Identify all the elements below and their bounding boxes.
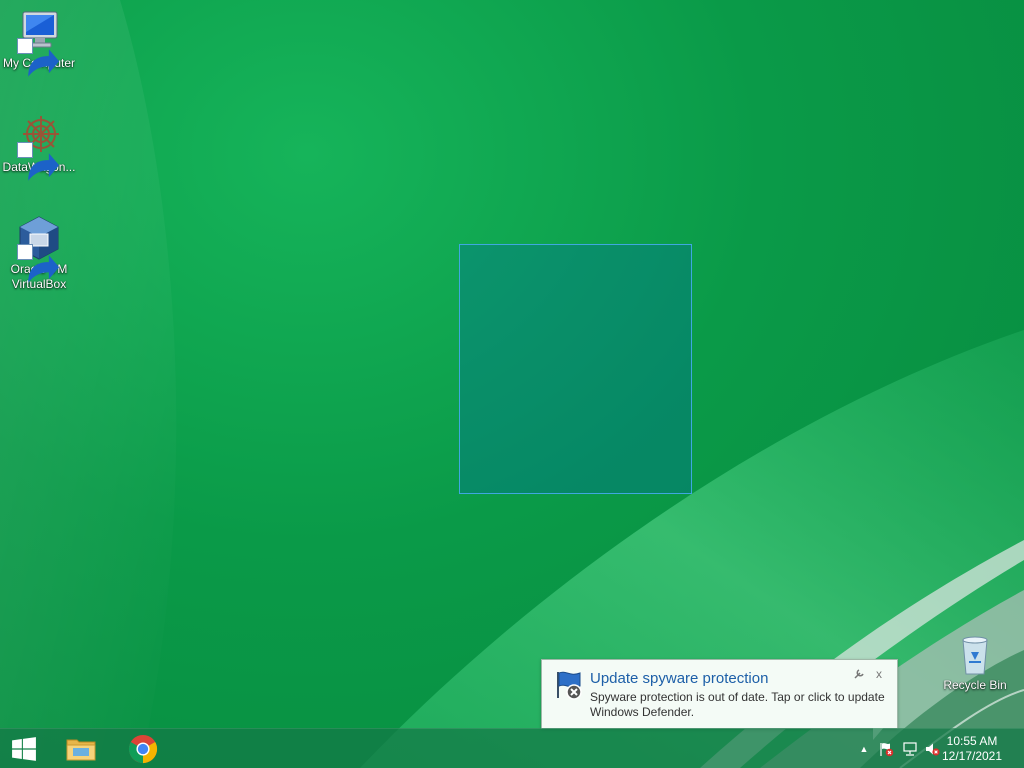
system-tray: ▲ 10:55 AM 12/17/2021	[834, 729, 1024, 768]
desktop-icon-virtualbox[interactable]: Oracle VM VirtualBox	[0, 214, 78, 292]
show-hidden-icons-button[interactable]: ▲	[856, 741, 872, 757]
clock-date: 12/17/2021	[941, 749, 1003, 763]
chrome-icon	[128, 734, 158, 764]
taskbar[interactable]: ▲ 10:55 AM 12/17/2021	[0, 728, 1024, 768]
notification-title: Update spyware protection	[590, 670, 769, 687]
desktop[interactable]: My Computer DataWagon...	[0, 0, 1024, 768]
clock-time: 10:55 AM	[946, 734, 998, 748]
computer-icon	[15, 8, 63, 77]
selection-rectangle	[459, 244, 692, 494]
taskbar-file-explorer[interactable]	[58, 729, 104, 768]
virtualbox-icon	[15, 214, 63, 283]
notification-close-button[interactable]: x	[872, 667, 886, 681]
shortcut-arrow-icon	[17, 38, 60, 77]
datawagon-icon	[15, 112, 63, 181]
notification-body: Spyware protection is out of date. Tap o…	[590, 690, 885, 719]
network-icon[interactable]	[902, 741, 918, 757]
action-center-flag-icon	[552, 668, 586, 702]
shortcut-arrow-icon	[17, 244, 60, 283]
start-button[interactable]	[0, 729, 48, 768]
desktop-icon-datawagon[interactable]: DataWagon...	[0, 112, 78, 181]
taskbar-chrome[interactable]	[120, 729, 166, 768]
desktop-icon-label: Recycle Bin	[943, 678, 1007, 692]
options-icon[interactable]	[852, 667, 866, 681]
desktop-icon-my-computer[interactable]: My Computer	[0, 8, 78, 77]
folder-icon	[66, 739, 96, 761]
notification-balloon[interactable]: Update spyware protection Spyware protec…	[541, 659, 898, 729]
action-center-error-icon[interactable]	[878, 741, 894, 757]
desktop-icon-recycle-bin[interactable]: Recycle Bin	[936, 630, 1014, 693]
taskbar-clock[interactable]: 10:55 AM 12/17/2021	[932, 734, 1012, 764]
shortcut-arrow-icon	[17, 142, 60, 181]
recycle-bin-icon	[951, 630, 999, 678]
windows-logo-icon	[12, 737, 36, 761]
